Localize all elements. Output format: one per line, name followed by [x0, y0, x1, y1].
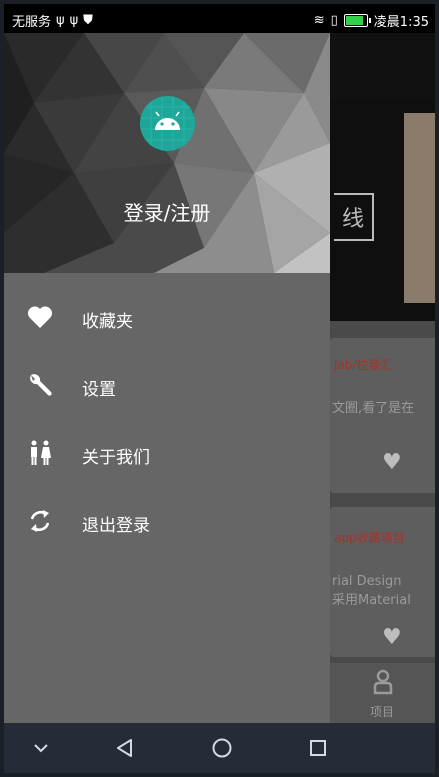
menu-item-label: 收藏夹	[82, 312, 133, 332]
background-card[interactable]: Jab/拉曼汇 文圈,看了是在 ♥	[330, 338, 435, 493]
heart-icon	[27, 306, 53, 328]
card-text: 文圈,看了是在	[332, 401, 415, 416]
refresh-icon	[30, 510, 50, 532]
menu-item-label: 设置	[82, 380, 116, 400]
people-icon	[31, 440, 51, 465]
header-background-image	[4, 33, 330, 273]
background-banner-image	[404, 113, 435, 303]
menu-item-label: 退出登录	[82, 516, 150, 536]
recents-icon[interactable]	[303, 733, 333, 763]
android-icon	[140, 96, 195, 151]
home-icon[interactable]	[207, 733, 237, 763]
card-title: Jab/拉曼汇	[334, 358, 393, 372]
drawer-header: 登录/注册	[4, 33, 330, 273]
system-navigation-bar	[4, 723, 435, 773]
heart-icon[interactable]: ♥	[382, 450, 402, 475]
card-text: rial Design	[332, 574, 402, 589]
menu-item-settings[interactable]: 设置	[4, 351, 330, 419]
background-card[interactable]: app收藏项目 rial Design 采用Material ♥	[330, 507, 435, 657]
chevron-down-icon[interactable]	[26, 733, 56, 763]
screen: 无服务 ψ ψ ⛊ ≋ ▯ 凌晨1:35 线 Jab/拉曼汇 文圈,看了是在 ♥…	[4, 4, 435, 773]
navigation-drawer: 登录/注册 收藏夹 设置 关于我们 退出登录	[4, 33, 330, 723]
user-avatar[interactable]	[140, 96, 195, 151]
status-left: 无服务 ψ ψ ⛊	[12, 11, 93, 30]
clock-text: 凌晨1:35	[373, 15, 429, 30]
card-title: app收藏项目	[334, 531, 405, 545]
status-bar: 无服务 ψ ψ ⛊ ≋ ▯ 凌晨1:35	[4, 4, 435, 33]
menu-item-label: 关于我们	[82, 448, 150, 468]
back-icon[interactable]	[110, 733, 140, 763]
sim-icon: ▯	[330, 13, 338, 28]
wifi-icon: ≋	[313, 13, 325, 28]
project-tab-icon[interactable]	[373, 669, 393, 695]
login-register-link[interactable]: 登录/注册	[4, 197, 330, 226]
usb-icon-2: ψ	[69, 13, 79, 28]
menu-item-about[interactable]: 关于我们	[4, 419, 330, 487]
wrench-icon	[30, 374, 52, 396]
usb-icon: ψ	[56, 13, 65, 28]
menu-item-favorites[interactable]: 收藏夹	[4, 283, 330, 351]
card-text: 采用Material	[332, 593, 411, 608]
drawer-menu: 收藏夹 设置 关于我们 退出登录	[4, 283, 330, 555]
battery-icon	[343, 14, 371, 27]
background-banner-text: 线	[334, 193, 375, 241]
carrier-text: 无服务	[12, 15, 52, 30]
menu-item-logout[interactable]: 退出登录	[4, 487, 330, 555]
shield-icon: ⛊	[83, 13, 93, 28]
status-right: ≋ ▯ 凌晨1:35	[314, 11, 429, 30]
heart-icon[interactable]: ♥	[382, 625, 402, 650]
project-tab-label[interactable]: 项目	[370, 703, 394, 720]
